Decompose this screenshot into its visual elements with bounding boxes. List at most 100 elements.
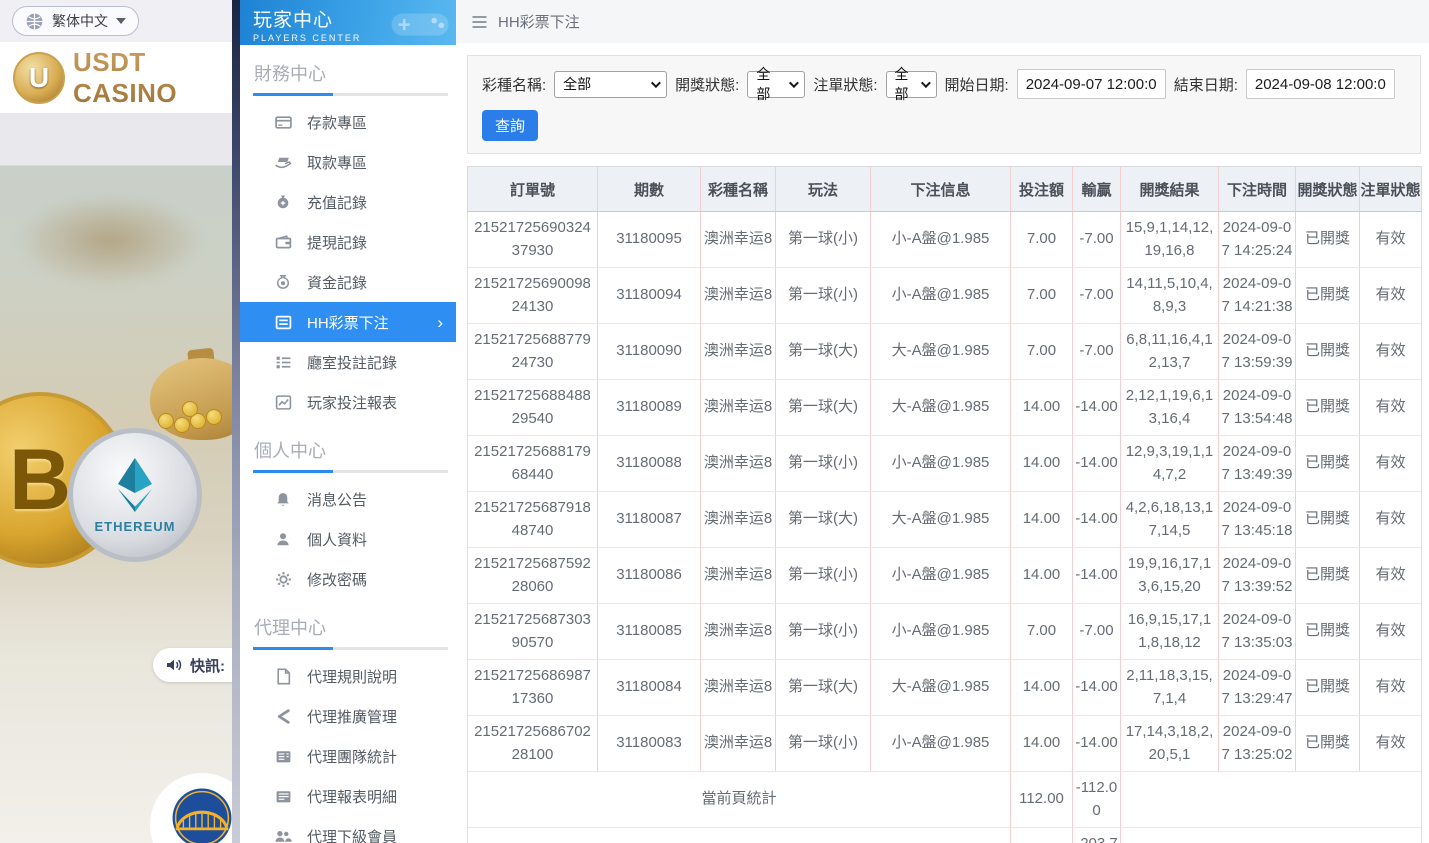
hamburger-menu-icon[interactable] (471, 15, 488, 29)
cell-amount: 7.00 (1011, 324, 1073, 380)
page-title: HH彩票下注 (498, 11, 580, 32)
cell-winloss: -7.00 (1073, 324, 1121, 380)
left-background: 繁体中文 U USDT CASINO B ETHEREUM (0, 0, 240, 843)
cell-result: 2,11,18,3,15,7,1,4 (1121, 660, 1219, 716)
news-ticker: 快訊: (153, 648, 240, 682)
sidebar-item[interactable]: 提現記錄 (240, 222, 456, 262)
sidebar-item-label: 取款專區 (307, 152, 367, 173)
cell-winloss: -14.00 (1073, 492, 1121, 548)
cell-order_status: 有效 (1360, 380, 1422, 436)
column-header: 下注信息 (871, 167, 1011, 212)
cell-result: 4,2,6,18,13,17,14,5 (1121, 492, 1219, 548)
language-bar: 繁体中文 (0, 0, 240, 42)
summary-bet-amount: 112.00 (1011, 772, 1073, 828)
sidebar-item-label: 充值記錄 (307, 192, 367, 213)
cell-draw_status: 已開獎 (1296, 380, 1360, 436)
start-date-input[interactable] (1017, 69, 1166, 99)
draw-status-label: 開獎狀態: (675, 74, 739, 95)
cell-period: 31180084 (598, 660, 701, 716)
column-header: 訂單號 (468, 167, 598, 212)
bridge-logo-icon (171, 787, 233, 843)
column-header: 期數 (598, 167, 701, 212)
cell-time: 2024-09-07 13:45:18 (1219, 492, 1296, 548)
cell-bet_info: 小-A盤@1.985 (871, 604, 1011, 660)
cell-period: 31180089 (598, 380, 701, 436)
order-status-label: 注單狀態: (813, 74, 877, 95)
column-header: 開獎結果 (1121, 167, 1219, 212)
cell-bet_info: 小-A盤@1.985 (871, 212, 1011, 268)
cell-lottery: 澳洲幸运8 (701, 716, 776, 772)
cell-result: 17,14,3,18,2,20,5,1 (1121, 716, 1219, 772)
cell-period: 31180090 (598, 324, 701, 380)
cell-time: 2024-09-07 13:35:03 (1219, 604, 1296, 660)
cell-period: 31180088 (598, 436, 701, 492)
sidebar: 玩家中心 PLAYERS CENTER 財務中心存款專區取款專區充值記錄提現記錄… (240, 0, 456, 843)
sidebar-item[interactable]: 代理下級會員 (240, 816, 456, 843)
summary-row: 總統計301.00-203.72 (468, 828, 1422, 843)
language-selector[interactable]: 繁体中文 (12, 6, 139, 36)
cell-amount: 7.00 (1011, 212, 1073, 268)
sidebar-item[interactable]: 玩家投注報表 (240, 382, 456, 422)
document-icon (274, 667, 292, 685)
sidebar-item[interactable]: 代理規則說明 (240, 656, 456, 696)
column-header: 投注額 (1011, 167, 1073, 212)
sidebar-item[interactable]: 代理報表明細 (240, 776, 456, 816)
query-button[interactable]: 查詢 (482, 110, 538, 141)
cell-bet_info: 小-A盤@1.985 (871, 716, 1011, 772)
speaker-icon (165, 657, 183, 673)
column-header: 下注時間 (1219, 167, 1296, 212)
sidebar-item[interactable]: 修改密碼 (240, 559, 456, 599)
cell-result: 19,9,16,17,13,6,15,20 (1121, 548, 1219, 604)
cell-play: 第一球(大) (776, 380, 871, 436)
logo-coin-icon: U (13, 52, 65, 104)
share-icon (274, 707, 292, 725)
sidebar-item[interactable]: 廳室投註記錄 (240, 342, 456, 382)
cell-lottery: 澳洲幸运8 (701, 604, 776, 660)
cell-bet_info: 小-A盤@1.985 (871, 548, 1011, 604)
order-status-value: 全部 (895, 64, 913, 104)
cell-order_status: 有效 (1360, 548, 1422, 604)
column-header: 開獎狀態 (1296, 167, 1360, 212)
sidebar-item[interactable]: 資金記錄 (240, 262, 456, 302)
section-divider (253, 470, 448, 473)
sidebar-item-label: 消息公告 (307, 489, 367, 510)
table-row: 215217256867022810031180083澳洲幸运8第一球(小)小-… (468, 716, 1422, 772)
sidebar-item-label: 玩家投注報表 (307, 392, 397, 413)
sidebar-item[interactable]: 充值記錄 (240, 182, 456, 222)
cell-order: 2152172568759228060 (468, 548, 598, 604)
cell-lottery: 澳洲幸运8 (701, 436, 776, 492)
cell-play: 第一球(小) (776, 268, 871, 324)
sidebar-item-label: 代理推廣管理 (307, 706, 397, 727)
sidebar-item[interactable]: 存款專區 (240, 102, 456, 142)
sidebar-item[interactable]: 代理團隊統計 (240, 736, 456, 776)
sidebar-item[interactable]: 消息公告 (240, 479, 456, 519)
chevron-right-icon: › (437, 314, 443, 331)
cell-lottery: 澳洲幸运8 (701, 324, 776, 380)
sidebar-item[interactable]: 個人資料 (240, 519, 456, 559)
sidebar-item-label: 代理團隊統計 (307, 746, 397, 767)
cell-lottery: 澳洲幸运8 (701, 492, 776, 548)
summary-label: 總統計 (468, 828, 1011, 843)
table-row: 215217256879184874031180087澳洲幸运8第一球(大)大-… (468, 492, 1422, 548)
sidebar-item[interactable]: HH彩票下注› (240, 302, 456, 342)
cell-period: 31180094 (598, 268, 701, 324)
draw-status-select[interactable]: 全部 (747, 71, 805, 98)
cell-play: 第一球(大) (776, 660, 871, 716)
cell-order: 2152172568698717360 (468, 660, 598, 716)
cell-order: 2152172568670228100 (468, 716, 598, 772)
lottery-name-select[interactable]: 全部 (554, 71, 667, 98)
cell-play: 第一球(大) (776, 324, 871, 380)
sidebar-item[interactable]: 取款專區 (240, 142, 456, 182)
cell-period: 31180085 (598, 604, 701, 660)
order-status-select[interactable]: 全部 (886, 71, 937, 98)
cell-winloss: -7.00 (1073, 604, 1121, 660)
cell-amount: 14.00 (1011, 660, 1073, 716)
end-date-input[interactable] (1246, 69, 1395, 99)
cell-lottery: 澳洲幸运8 (701, 212, 776, 268)
sidebar-item[interactable]: 代理推廣管理 (240, 696, 456, 736)
column-header: 彩種名稱 (701, 167, 776, 212)
report-detail-icon (274, 787, 292, 805)
main-content: HH彩票下注 彩種名稱: 全部 開獎狀態: 全部 注單狀態: (456, 0, 1429, 843)
cell-bet_info: 小-A盤@1.985 (871, 436, 1011, 492)
cell-order_status: 有效 (1360, 324, 1422, 380)
